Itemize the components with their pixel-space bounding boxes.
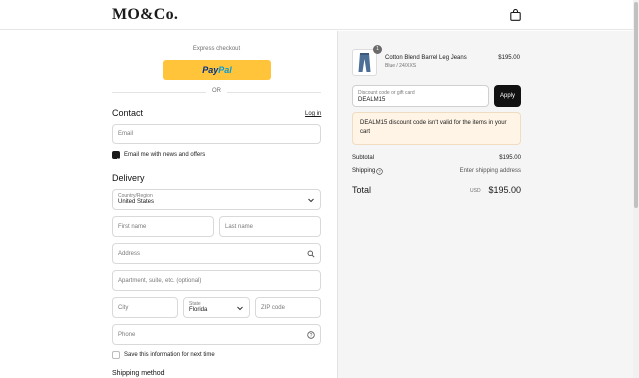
city-field[interactable]: City bbox=[112, 297, 178, 318]
first-name-placeholder: First name bbox=[118, 223, 147, 230]
quantity-badge: 1 bbox=[373, 45, 382, 54]
discount-value: DEALM15 bbox=[358, 97, 386, 103]
or-label: OR bbox=[206, 88, 227, 94]
save-info-checkbox[interactable] bbox=[112, 351, 120, 359]
state-value: Florida bbox=[189, 307, 208, 313]
last-name-placeholder: Last name bbox=[225, 223, 254, 230]
login-link[interactable]: Log in bbox=[305, 111, 321, 117]
svg-text:?: ? bbox=[310, 332, 313, 338]
contact-heading: Contact bbox=[112, 108, 144, 118]
shipping-label: Shipping bbox=[352, 168, 376, 174]
jeans-image bbox=[358, 53, 371, 72]
email-placeholder: Email bbox=[118, 131, 134, 137]
product-name: Cotton Blend Barrel Leg Jeans bbox=[385, 55, 467, 61]
phone-placeholder: Phone bbox=[118, 331, 136, 338]
store-logo[interactable]: MO&Co. bbox=[112, 6, 178, 24]
save-info-label: Save this information for next time bbox=[124, 352, 215, 358]
discount-code-field[interactable]: Discount code or gift card DEALM15 bbox=[352, 85, 489, 107]
help-icon[interactable]: ? bbox=[307, 330, 315, 339]
apartment-placeholder: Apartment, suite, etc. (optional) bbox=[118, 277, 202, 284]
last-name-field[interactable]: Last name bbox=[219, 216, 321, 237]
delivery-heading: Delivery bbox=[112, 173, 145, 183]
zip-placeholder: ZIP code bbox=[261, 304, 285, 311]
address-field[interactable]: Address bbox=[112, 243, 321, 264]
subtotal-value: $195.00 bbox=[499, 155, 521, 161]
country-value: United States bbox=[118, 199, 155, 205]
newsletter-label: Email me with news and offers bbox=[124, 152, 206, 158]
shipping-value: Enter shipping address bbox=[459, 168, 521, 174]
page-scrollbar[interactable] bbox=[633, 0, 639, 378]
chevron-down-icon bbox=[237, 306, 243, 310]
country-select[interactable]: Country/Region United States bbox=[112, 189, 321, 210]
newsletter-checkbox[interactable] bbox=[112, 151, 120, 163]
product-thumbnail bbox=[352, 49, 377, 76]
discount-label: Discount code or gift card bbox=[358, 90, 415, 96]
email-field[interactable]: Email bbox=[112, 124, 321, 144]
product-variant: Blue / 24/XXS bbox=[385, 63, 417, 69]
info-icon[interactable]: ? bbox=[376, 168, 383, 175]
express-checkout-label: Express checkout bbox=[192, 46, 241, 52]
search-icon bbox=[307, 250, 315, 258]
apply-discount-button[interactable]: Apply bbox=[494, 85, 521, 107]
product-price: $195.00 bbox=[498, 55, 520, 61]
apartment-field[interactable]: Apartment, suite, etc. (optional) bbox=[112, 270, 321, 291]
order-summary-panel bbox=[337, 31, 633, 378]
shopping-bag-icon[interactable] bbox=[510, 9, 521, 21]
shipping-method-heading: Shipping method bbox=[112, 370, 165, 377]
first-name-field[interactable]: First name bbox=[112, 216, 214, 237]
total-value: $195.00 bbox=[488, 185, 521, 195]
paypal-logo-pal: Pal bbox=[218, 65, 232, 75]
discount-error-message: DEALM15 discount code isn't valid for th… bbox=[352, 112, 521, 145]
phone-field[interactable]: Phone ? bbox=[112, 324, 321, 345]
subtotal-label: Subtotal bbox=[352, 155, 375, 161]
site-header: MO&Co. bbox=[0, 0, 633, 30]
zip-field[interactable]: ZIP code bbox=[255, 297, 321, 318]
svg-text:?: ? bbox=[378, 169, 381, 174]
paypal-button[interactable]: PayPal bbox=[163, 60, 271, 80]
total-label: Total bbox=[352, 185, 372, 195]
city-placeholder: City bbox=[118, 304, 129, 311]
checkmark-icon bbox=[113, 157, 119, 163]
paypal-logo-pay: Pay bbox=[202, 65, 219, 75]
currency-label: USD bbox=[470, 188, 481, 194]
chevron-down-icon bbox=[308, 198, 314, 202]
state-select[interactable]: State Florida bbox=[183, 297, 250, 318]
scrollbar-thumb[interactable] bbox=[634, 2, 638, 208]
address-placeholder: Address bbox=[118, 250, 141, 257]
